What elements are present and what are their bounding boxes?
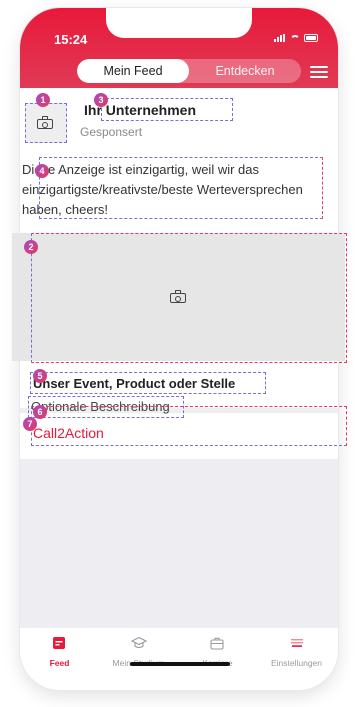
tab-label-feed: Feed: [49, 658, 70, 668]
company-logo-placeholder[interactable]: [25, 103, 67, 143]
graduation-cap-icon: [130, 636, 148, 650]
tab-einstellungen[interactable]: Einstellungen: [257, 628, 336, 670]
badge-1: 1: [36, 93, 50, 107]
tab-feed[interactable]: Feed: [20, 628, 99, 670]
home-indicator: [130, 662, 230, 666]
signal-icon: [274, 34, 286, 42]
tab-label-einstellungen: Einstellungen: [270, 658, 323, 668]
app-header: 15:24 Mein Feed Entdecken: [20, 8, 338, 88]
status-time: 15:24: [54, 32, 88, 47]
briefcase-icon: [210, 636, 224, 650]
tab-mein-feed[interactable]: Mein Feed: [77, 59, 189, 83]
feed-icon: [52, 636, 66, 650]
badge-4: 4: [35, 164, 49, 178]
badge-2: 2: [24, 240, 38, 254]
bottom-tab-bar: Feed Mein Studium Karriere: [20, 628, 338, 690]
university-logo-icon: [289, 636, 303, 650]
status-icons: [274, 33, 318, 43]
tab-entdecken[interactable]: Entdecken: [189, 59, 301, 83]
cta-highlight: [31, 406, 347, 446]
event-title-highlight: [30, 372, 266, 394]
battery-icon: [304, 34, 318, 42]
badge-3: 3: [94, 93, 108, 107]
description-highlight: [39, 157, 323, 219]
notch: [106, 8, 252, 38]
badge-5: 5: [33, 369, 47, 383]
feed-segmented-control: Mein Feed Entdecken: [77, 59, 301, 83]
sponsored-label: Gesponsert: [80, 125, 143, 139]
company-name-highlight: [101, 98, 233, 121]
camera-icon: [37, 116, 55, 129]
hamburger-menu-icon[interactable]: [310, 66, 328, 78]
badge-7: 7: [23, 417, 37, 431]
wifi-icon: [290, 33, 300, 43]
image-highlight: [31, 233, 347, 363]
badge-6: 6: [33, 405, 47, 419]
